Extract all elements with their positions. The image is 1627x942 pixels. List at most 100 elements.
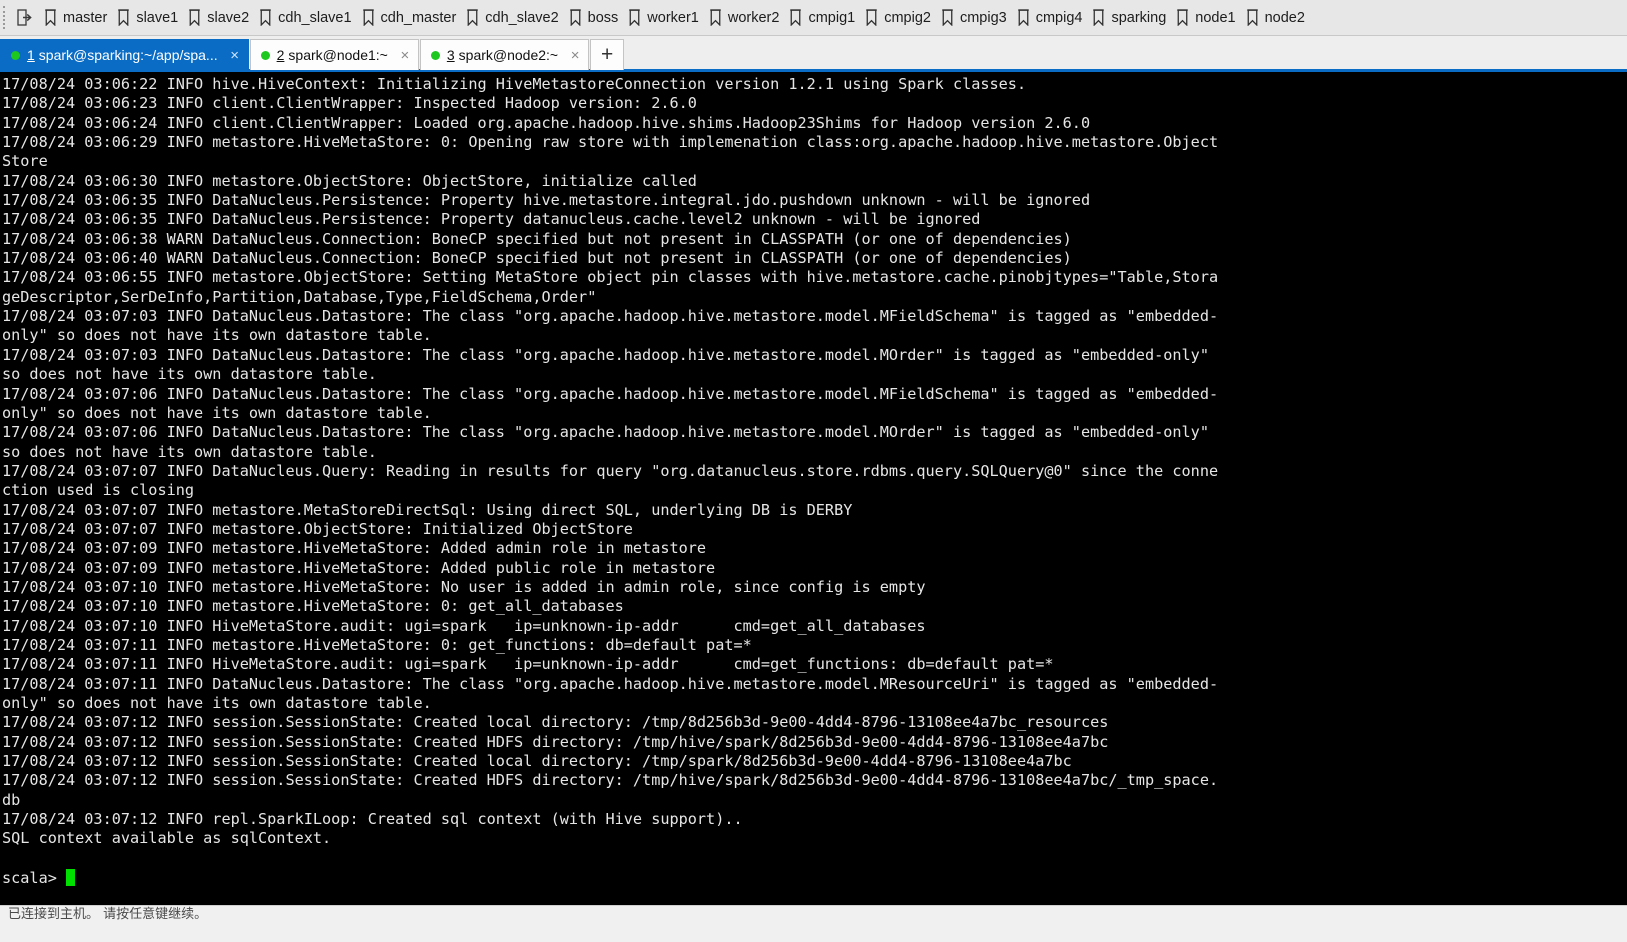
bookmark-item-label: master (63, 9, 108, 26)
terminal-line: 17/08/24 03:07:10 INFO metastore.HiveMet… (2, 597, 624, 616)
tab-title: spark@node2:~ (458, 47, 559, 63)
tab-status-dot-icon (11, 50, 20, 60)
tab-number: 2 (276, 47, 285, 63)
terminal-line: 17/08/24 03:06:35 INFO DataNucleus.Persi… (2, 191, 1091, 210)
terminal-line: 17/08/24 03:07:07 INFO metastore.MetaSto… (2, 500, 853, 519)
terminal-line: 17/08/24 03:07:11 INFO metastore.HiveMet… (2, 635, 752, 654)
bookmark-item-label: cmpig1 (808, 9, 856, 26)
tab-strip: 1 spark@sparking:~/app/spa... × 2 spark@node… (0, 36, 1627, 72)
bookmark-item-label: boss (587, 9, 619, 26)
tab-close-icon[interactable]: × (568, 48, 582, 63)
terminal-line: 17/08/24 03:07:07 INFO metastore.ObjectS… (2, 519, 633, 538)
terminal-line: 17/08/24 03:07:09 INFO metastore.HiveMet… (2, 539, 707, 558)
tab-3[interactable]: 3 spark@node2:~ × (419, 39, 590, 70)
terminal-cursor (65, 869, 75, 887)
tab-number: 3 (446, 47, 455, 63)
bookmark-item-node2[interactable]: node2 (1242, 5, 1311, 31)
terminal-line: 17/08/24 03:06:30 INFO metastore.ObjectS… (2, 171, 697, 190)
terminal-line: 17/08/24 03:06:38 WARN DataNucleus.Conne… (2, 229, 1072, 248)
bookmark-item-label: cdh_master (380, 9, 457, 26)
bookmark-item-slave2[interactable]: slave2 (184, 5, 255, 31)
terminal-line: only" so does not have its own datastore… (2, 326, 432, 345)
tab-close-icon[interactable]: × (398, 48, 412, 63)
scala-prompt: scala> (2, 868, 57, 887)
bookmark-item-cmpig1[interactable]: cmpig1 (785, 5, 861, 31)
status-bar: 已连接到主机。 请按任意键继续。 (0, 905, 1627, 942)
bookmark-item-label: cmpig3 (959, 9, 1007, 26)
terminal-line: 17/08/24 03:07:12 INFO session.SessionSt… (2, 732, 1109, 751)
bookmark-icon (362, 9, 374, 26)
terminal-line: 17/08/24 03:06:35 INFO DataNucleus.Persi… (2, 210, 981, 229)
terminal-line: 17/08/24 03:07:10 INFO metastore.HiveMet… (2, 577, 926, 596)
bookmark-icon (1017, 9, 1029, 26)
bookmark-item-label: node2 (1264, 9, 1305, 26)
bookmark-item-label: cdh_slave2 (485, 9, 559, 26)
tab-number: 1 (27, 47, 35, 63)
terminal-line: 17/08/24 03:07:12 INFO session.SessionSt… (2, 713, 1109, 732)
terminal-line: Store (2, 152, 48, 171)
bookmark-icon (189, 9, 201, 26)
bookmark-item-worker1[interactable]: worker1 (624, 5, 705, 31)
new-tab-button[interactable]: + (590, 39, 625, 70)
bookmark-item-slave1[interactable]: slave1 (113, 5, 184, 31)
terminal-line: SQL context available as sqlContext. (2, 829, 332, 848)
tab-status-dot-icon (260, 50, 270, 60)
bookmark-item-cmpig3[interactable]: cmpig3 (937, 5, 1013, 31)
bookmark-icon (1177, 9, 1189, 26)
terminal-line: 17/08/24 03:07:12 INFO session.SessionSt… (2, 752, 1072, 771)
bookmark-item-node1[interactable]: node1 (1172, 5, 1241, 31)
bookmark-bar: master slave1 slave2 cdh_slave1 cdh_master cd… (0, 0, 1627, 36)
bookmark-icon (1246, 9, 1258, 26)
bookmark-item-cmpig2[interactable]: cmpig2 (861, 5, 937, 31)
bookmark-icon (710, 9, 721, 26)
open-in-new-window-icon[interactable] (12, 5, 38, 31)
bookmark-item-boss[interactable]: boss (565, 5, 625, 31)
terminal-line: 17/08/24 03:06:55 INFO metastore.ObjectS… (2, 268, 1219, 287)
terminal-line: so does not have its own datastore table… (2, 442, 377, 461)
bookmark-item-label: slave1 (136, 9, 179, 26)
terminal-line: 17/08/24 03:07:10 INFO HiveMetaStore.aud… (2, 616, 926, 635)
bookmark-icon (467, 9, 479, 26)
tab-title: spark@sparking:~/app/spa... (38, 47, 218, 63)
bookmark-item-label: sparking (1111, 9, 1167, 26)
bookmark-icon (569, 9, 581, 26)
bookmark-icon (45, 9, 56, 26)
terminal-line: ction used is closing (2, 481, 195, 500)
terminal-line: only" so does not have its own datastore… (2, 694, 432, 712)
bookmark-icon (260, 9, 271, 26)
bookmark-icon (790, 9, 802, 26)
bookmark-item-cdh_slave2[interactable]: cdh_slave2 (462, 5, 564, 31)
tab-title: spark@node1:~ (288, 47, 388, 63)
terminal-line: 17/08/24 03:07:12 INFO session.SessionSt… (2, 771, 1219, 790)
bookmark-item-cdh_slave1[interactable]: cdh_slave1 (255, 5, 357, 31)
bookmark-icon (629, 9, 641, 26)
terminal-line: 17/08/24 03:06:29 INFO metastore.HiveMet… (2, 133, 1219, 152)
terminal-line: 17/08/24 03:07:06 INFO DataNucleus.Datas… (2, 384, 1219, 403)
bookmark-item-cmpig4[interactable]: cmpig4 (1013, 5, 1089, 31)
terminal-line: 17/08/24 03:07:11 INFO HiveMetaStore.aud… (2, 655, 1054, 674)
terminal-line: 17/08/24 03:07:09 INFO metastore.HiveMet… (2, 558, 716, 577)
terminal-output-pane[interactable]: 17/08/24 03:06:22 INFO hive.HiveContext:… (0, 72, 1627, 905)
tab-close-icon[interactable]: × (228, 48, 242, 63)
bookmark-item-label: node1 (1195, 9, 1236, 26)
tab-2[interactable]: 2 spark@node1:~ × (249, 39, 419, 70)
terminal-line: db (2, 790, 21, 809)
terminal-line: 17/08/24 03:07:07 INFO DataNucleus.Query… (2, 461, 1219, 480)
bookmark-item-master[interactable]: master (40, 5, 113, 31)
bookmark-item-label: worker1 (647, 9, 699, 26)
terminal-line: 17/08/24 03:07:11 INFO DataNucleus.Datas… (2, 674, 1219, 693)
bookmark-item-label: worker2 (727, 9, 780, 26)
tab-1[interactable]: 1 spark@sparking:~/app/spa... × (0, 39, 249, 70)
bookmark-item-label: cmpig2 (884, 9, 931, 26)
bookmark-icon (942, 9, 953, 26)
bookmark-item-sparking[interactable]: sparking (1088, 5, 1172, 31)
terminal-line: 17/08/24 03:07:03 INFO DataNucleus.Datas… (2, 307, 1219, 326)
bookmark-item-cdh_master[interactable]: cdh_master (358, 5, 463, 31)
tab-status-dot-icon (430, 50, 440, 60)
open-in-new-window-glyph (17, 9, 32, 26)
status-bar-text: 已连接到主机。 请按任意键继续。 (8, 907, 208, 922)
terminal-line: geDescriptor,SerDeInfo,Partition,Databas… (2, 287, 597, 306)
bookmark-item-worker2[interactable]: worker2 (705, 5, 786, 31)
bookmark-icon (1093, 9, 1105, 26)
